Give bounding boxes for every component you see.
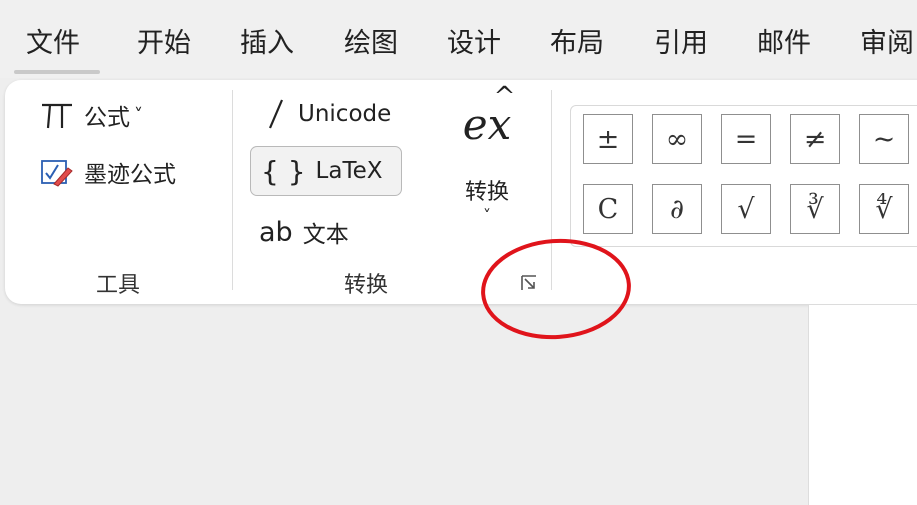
symbol-partial[interactable]: ∂	[652, 184, 702, 234]
ab-text-icon: ab	[259, 216, 293, 248]
pi-icon	[40, 100, 74, 130]
equation-label: 公式	[84, 105, 130, 131]
active-tab-indicator	[14, 70, 100, 74]
tab-draw[interactable]: 绘图	[344, 26, 398, 62]
text-label: 文本	[302, 222, 349, 248]
symbol-cube-root[interactable]: ∛	[790, 184, 840, 234]
tab-insert[interactable]: 插入	[240, 26, 294, 62]
tab-mailings[interactable]: 邮件	[757, 26, 811, 62]
symbol-square-root[interactable]: √	[721, 184, 771, 234]
symbol-complement[interactable]: C	[583, 184, 633, 234]
slash-icon	[264, 97, 288, 131]
symbol-fourth-root[interactable]: ∜	[859, 184, 909, 234]
conversions-group-label: 转换	[344, 273, 389, 298]
text-button[interactable]: ab 文本	[259, 213, 349, 251]
unicode-button[interactable]: Unicode	[264, 96, 391, 132]
symbol-not-equal[interactable]: ≠	[790, 114, 840, 164]
chevron-down-icon: ˅	[134, 104, 143, 126]
symbol-plus-minus[interactable]: ±	[583, 114, 633, 164]
tab-home[interactable]: 开始	[137, 26, 191, 62]
convert-icon-e: e	[462, 100, 488, 149]
convert-button[interactable]: e ^ x 转换 ˅	[447, 82, 527, 245]
symbol-infinity[interactable]: ∞	[652, 114, 702, 164]
equation-button[interactable]: 公式 ˅	[40, 97, 143, 133]
convert-icon: e ^ x	[447, 82, 527, 160]
symbol-tilde[interactable]: ~	[859, 114, 909, 164]
latex-label: LaTeX	[315, 158, 383, 184]
symbol-equals[interactable]: =	[721, 114, 771, 164]
tab-review[interactable]: 审阅	[860, 26, 914, 62]
chevron-down-icon: ˅	[483, 206, 491, 225]
ink-equation-label: 墨迹公式	[84, 162, 176, 188]
ribbon-tab-bar: 文件 开始 插入 绘图 设计 布局 引用 邮件 审阅	[0, 0, 917, 78]
tab-file[interactable]: 文件	[26, 26, 80, 62]
tab-layout[interactable]: 布局	[550, 26, 604, 62]
tab-design[interactable]: 设计	[447, 26, 501, 62]
braces-icon: { }	[261, 154, 306, 188]
unicode-label: Unicode	[298, 101, 392, 127]
convert-icon-x: ^ x	[487, 82, 516, 149]
tools-group-label: 工具	[96, 273, 141, 298]
document-page[interactable]	[808, 305, 917, 505]
tab-references[interactable]: 引用	[654, 26, 708, 62]
convert-label: 转换	[464, 180, 509, 205]
group-separator	[232, 90, 233, 290]
ink-equation-icon	[40, 156, 74, 188]
annotation-circle	[481, 238, 631, 340]
latex-button[interactable]: { } LaTeX	[250, 146, 402, 196]
ink-equation-button[interactable]: 墨迹公式	[40, 154, 176, 190]
